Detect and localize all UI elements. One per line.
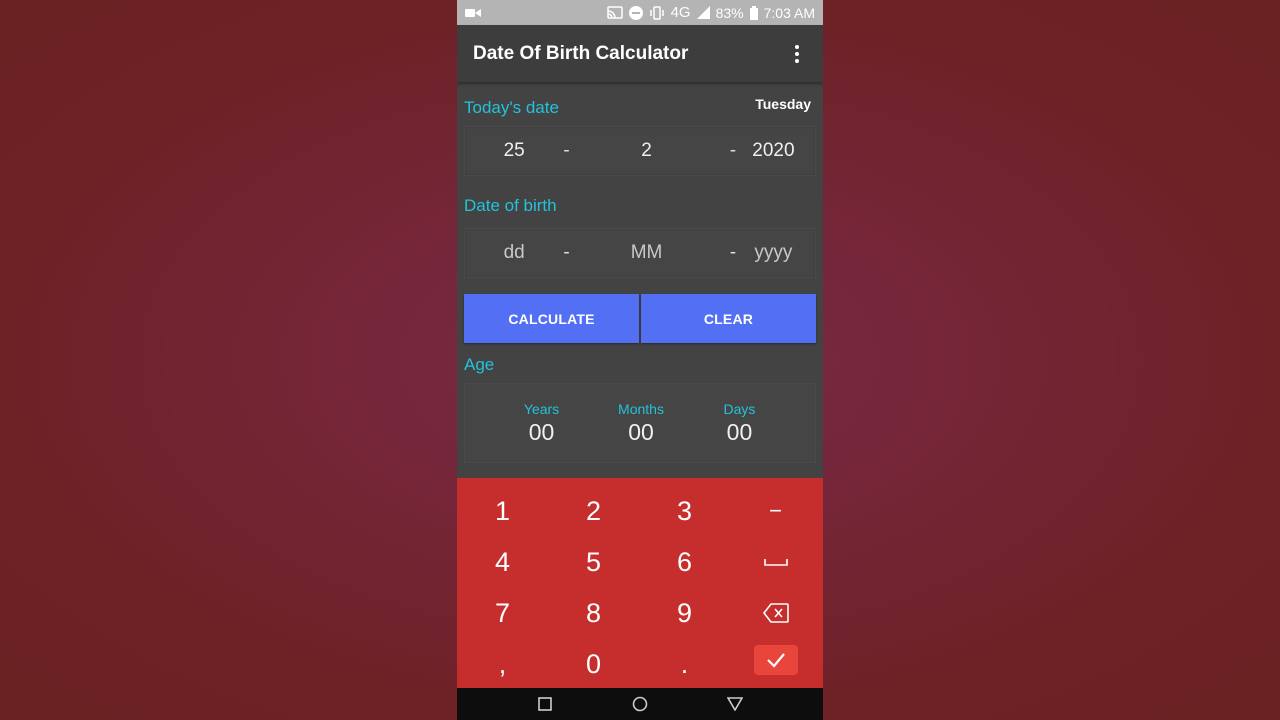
key-5[interactable]: 5 <box>548 537 639 587</box>
key-0[interactable]: 0 <box>548 639 639 689</box>
camera-icon <box>465 8 481 18</box>
system-nav-bar <box>457 688 823 720</box>
done-key[interactable] <box>730 639 821 689</box>
age-result-box: Years 00 Months 00 Days 00 <box>464 383 816 463</box>
signal-icon <box>696 6 710 19</box>
key-6[interactable]: 6 <box>639 537 730 587</box>
clear-button[interactable]: CLEAR <box>641 294 816 343</box>
months-label: Months <box>618 400 664 417</box>
days-label: Days <box>723 400 756 417</box>
key-9[interactable]: 9 <box>639 588 730 638</box>
today-header: Today's date Tuesday <box>464 94 816 118</box>
key-minus[interactable]: − <box>730 486 821 536</box>
backspace-icon[interactable] <box>730 588 821 638</box>
age-header: Age <box>464 351 816 375</box>
today-label: Today's date <box>464 98 559 117</box>
age-days: Days 00 <box>664 401 815 446</box>
dnd-icon <box>628 5 643 20</box>
years-value: 00 <box>528 418 555 445</box>
app-title: Date Of Birth Calculator <box>473 42 689 64</box>
key-dot[interactable]: . <box>639 639 730 689</box>
dob-label: Date of birth <box>464 196 557 215</box>
months-value: 00 <box>628 418 654 445</box>
today-year[interactable]: 2020 <box>732 140 815 162</box>
dob-day-input[interactable]: dd <box>465 242 563 264</box>
key-1[interactable]: 1 <box>457 486 548 536</box>
action-buttons: CALCULATE CLEAR <box>464 294 816 343</box>
calculate-button[interactable]: CALCULATE <box>464 294 639 343</box>
today-date-field: 25 - 2 - 2020 <box>464 126 816 176</box>
days-value: 00 <box>726 418 753 445</box>
battery-percent: 83% <box>715 4 744 21</box>
app-bar: Date Of Birth Calculator <box>457 25 823 82</box>
back-icon[interactable] <box>715 688 755 720</box>
years-label: Years <box>523 400 560 417</box>
vibrate-icon <box>649 5 665 20</box>
space-icon[interactable] <box>730 537 821 587</box>
phone-screen: 4G 83% 7:03 AM Date Of Birth Calculator … <box>457 0 823 720</box>
dob-header: Date of birth <box>464 192 816 216</box>
key-comma[interactable]: , <box>457 639 548 689</box>
weekday-label: Tuesday <box>755 96 811 112</box>
dob-month-input[interactable]: MM <box>563 242 729 264</box>
battery-icon <box>749 5 758 20</box>
key-7[interactable]: 7 <box>457 588 548 638</box>
age-label: Age <box>464 355 495 374</box>
key-4[interactable]: 4 <box>457 537 548 587</box>
more-vert-icon[interactable] <box>787 42 807 66</box>
check-icon <box>753 645 798 675</box>
status-bar: 4G 83% 7:03 AM <box>457 0 823 25</box>
dob-date-field: dd - MM - yyyy <box>464 228 816 278</box>
clock: 7:03 AM <box>763 4 815 21</box>
key-3[interactable]: 3 <box>639 486 730 536</box>
numeric-keyboard: 1 2 3 − 4 5 6 7 8 9 , 0 . <box>457 478 823 688</box>
key-2[interactable]: 2 <box>548 486 639 536</box>
age-years: Years 00 <box>465 401 618 446</box>
age-months: Months 00 <box>618 401 664 446</box>
today-month[interactable]: 2 <box>563 140 729 162</box>
key-8[interactable]: 8 <box>548 588 639 638</box>
network-type: 4G <box>670 4 691 21</box>
cast-icon <box>606 6 623 19</box>
today-day[interactable]: 25 <box>465 140 563 162</box>
dob-year-input[interactable]: yyyy <box>732 242 815 264</box>
recents-icon[interactable] <box>525 688 565 720</box>
main-content: Today's date Tuesday 25 - 2 - 2020 Date … <box>457 94 823 463</box>
home-icon[interactable] <box>620 688 660 720</box>
